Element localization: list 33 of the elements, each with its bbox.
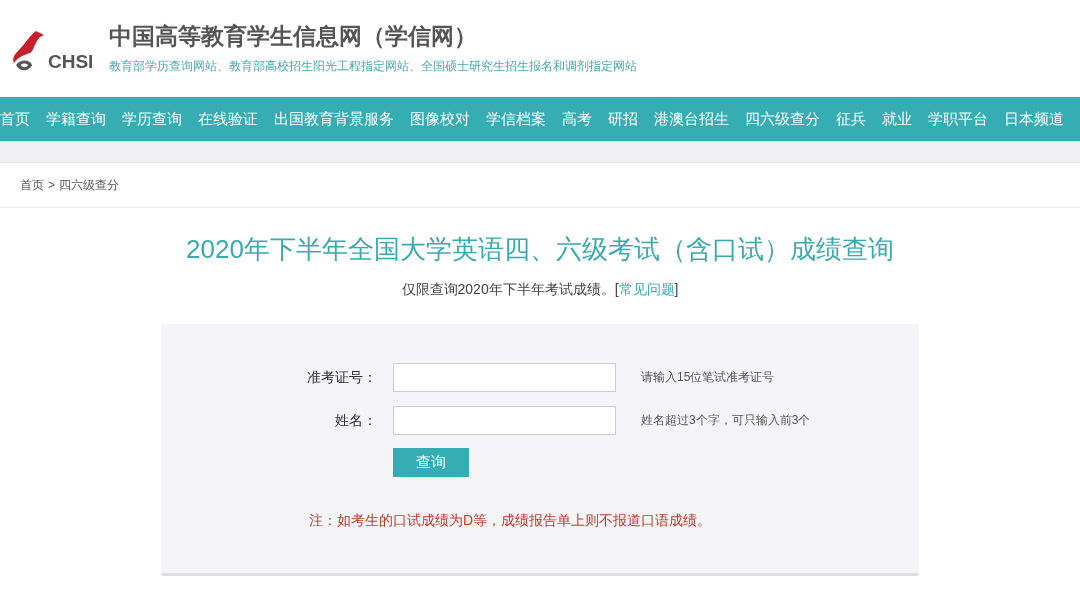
- nav-link[interactable]: 出国教育背景服务: [274, 107, 394, 131]
- nav-link[interactable]: 首页: [0, 107, 30, 131]
- nav-link[interactable]: 学信档案: [486, 107, 546, 131]
- input-field[interactable]: [393, 405, 616, 435]
- input-field[interactable]: [393, 362, 616, 392]
- logo-text: CHSI: [48, 51, 94, 71]
- nav-link[interactable]: 港澳台招生: [654, 107, 729, 131]
- nav-link[interactable]: 在线验证: [198, 107, 258, 131]
- nav-link[interactable]: 学籍查询: [46, 107, 106, 131]
- field-hint: 姓名超过3个字，可只输入前3个: [641, 412, 811, 429]
- field-label: 准考证号：: [306, 367, 377, 387]
- note-text: 注：如考生的口试成绩为D等，成绩报告单上则不报道口语成绩。: [309, 511, 713, 530]
- site-subtitle: 教育部学历查询网站、教育部高校招生阳光工程指定网站、全国硕士研究生招生报名和调剂指定网站: [109, 57, 638, 75]
- nav-link[interactable]: 征兵: [836, 107, 866, 131]
- faq-link[interactable]: 常见问题: [618, 281, 675, 297]
- nav-link[interactable]: 图像校对: [410, 107, 470, 131]
- bird-logo-icon: [10, 28, 46, 73]
- notice-text: 仅限查询2020年下半年考试成绩。[常见问题]: [401, 280, 679, 299]
- nav-link[interactable]: 四六级查分: [745, 107, 820, 131]
- site-title: 中国高等教育学生信息网（学信网）: [109, 22, 479, 51]
- field-hint: 请输入15位笔试准考证号: [641, 369, 775, 386]
- nav-link[interactable]: 学职平台: [928, 107, 988, 131]
- nav-link[interactable]: 就业: [882, 107, 912, 131]
- field-label: 姓名：: [334, 410, 377, 430]
- query-button[interactable]: 查询: [393, 448, 469, 477]
- nav-link[interactable]: 日本频道: [1004, 107, 1064, 131]
- nav-link[interactable]: 学历查询: [122, 107, 182, 131]
- nav-link[interactable]: 高考: [562, 107, 592, 131]
- page-heading: 2020年下半年全国大学英语四、六级考试（含口试）成绩查询: [186, 233, 894, 266]
- breadcrumb-separator: >: [48, 177, 55, 194]
- nav-link[interactable]: 研招: [608, 107, 638, 131]
- breadcrumb-link[interactable]: 首页: [20, 176, 44, 194]
- breadcrumb-link[interactable]: 四六级查分: [59, 176, 119, 194]
